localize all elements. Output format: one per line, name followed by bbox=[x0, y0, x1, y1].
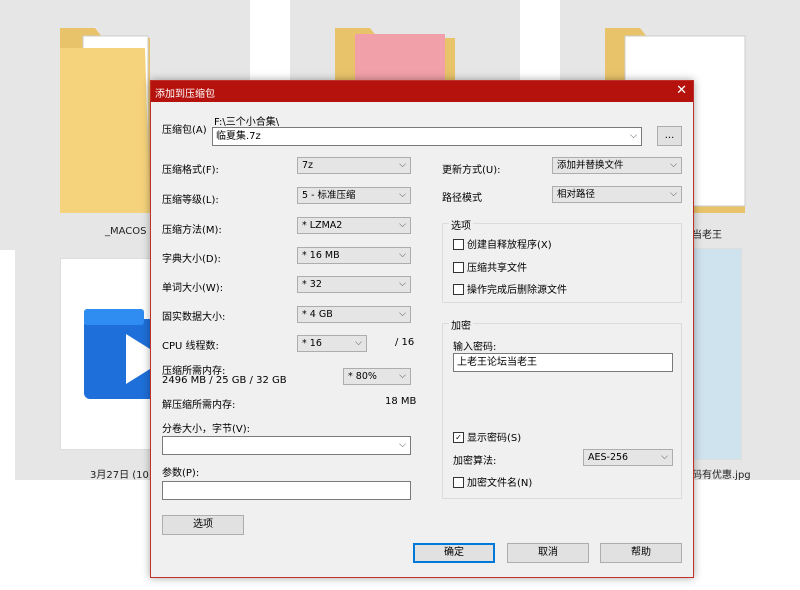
dialog-titlebar[interactable]: 添加到压缩包 ✕ bbox=[151, 81, 693, 102]
cancel-button[interactable]: 取消 bbox=[507, 543, 589, 563]
word-value: * 32 bbox=[302, 279, 322, 290]
chevron-down-icon: ⌵ bbox=[399, 250, 406, 260]
checkbox-box bbox=[453, 283, 464, 295]
update-label: 更新方式(U): bbox=[442, 165, 501, 176]
bg-caption: 码有优惠.jpg bbox=[692, 470, 751, 481]
archive-path: F:\三个小合集\ bbox=[214, 117, 280, 128]
algo-value: AES-256 bbox=[588, 452, 629, 463]
password-value: 上老王论坛当老王 bbox=[457, 357, 537, 368]
options-button[interactable]: 选项 bbox=[162, 515, 244, 535]
method-label: 压缩方法(M): bbox=[162, 225, 222, 236]
dict-value: * 16 MB bbox=[302, 250, 340, 261]
checkbox-box bbox=[453, 261, 464, 273]
delete-label: 操作完成后删除源文件 bbox=[467, 285, 567, 296]
password-label: 输入密码: bbox=[453, 342, 497, 353]
level-value: 5 - 标准压缩 bbox=[302, 190, 356, 201]
chevron-down-icon: ⌵ bbox=[399, 220, 406, 230]
cpu-total: / 16 bbox=[395, 337, 415, 348]
options-group: 选项 创建自释放程序(X) 压缩共享文件 操作完成后删除源文件 bbox=[442, 217, 682, 303]
level-label: 压缩等级(L): bbox=[162, 195, 219, 206]
solid-label: 固实数据大小: bbox=[162, 312, 226, 323]
path-mode-label: 路径模式 bbox=[442, 193, 482, 204]
chevron-down-icon: ⌵ bbox=[399, 371, 406, 381]
cpu-label: CPU 线程数: bbox=[162, 341, 219, 352]
folder-icon[interactable] bbox=[55, 18, 155, 218]
password-input[interactable]: 上老王论坛当老王 bbox=[453, 353, 673, 372]
method-select[interactable]: * LZMA2 ⌵ bbox=[297, 217, 411, 234]
mem-percent-value: * 80% bbox=[348, 371, 377, 382]
chevron-down-icon[interactable]: ⌵ bbox=[630, 128, 637, 145]
shared-label: 压缩共享文件 bbox=[467, 263, 527, 274]
bg-caption: _MACOS bbox=[105, 226, 147, 237]
bg-caption: 当老王 bbox=[692, 230, 722, 241]
update-select[interactable]: 添加并替换文件 ⌵ bbox=[552, 157, 682, 174]
image-thumbnail[interactable] bbox=[692, 248, 742, 460]
chevron-down-icon: ⌵ bbox=[399, 279, 406, 289]
cpu-select[interactable]: * 16 ⌵ bbox=[297, 335, 367, 352]
chevron-down-icon[interactable]: ⌵ bbox=[399, 437, 406, 454]
format-value: 7z bbox=[302, 160, 314, 171]
chevron-down-icon: ⌵ bbox=[399, 309, 406, 319]
chevron-down-icon: ⌵ bbox=[670, 160, 677, 170]
level-select[interactable]: 5 - 标准压缩 ⌵ bbox=[297, 187, 411, 204]
sfx-checkbox[interactable]: 创建自释放程序(X) bbox=[453, 236, 552, 251]
mem-detail: 2496 MB / 25 GB / 32 GB bbox=[162, 375, 287, 386]
chevron-down-icon: ⌵ bbox=[399, 160, 406, 170]
add-to-archive-dialog: 添加到压缩包 ✕ 压缩包(A) F:\三个小合集\ 临夏集.7z ⌵ ... 压… bbox=[150, 80, 694, 578]
params-input[interactable] bbox=[162, 481, 411, 500]
archive-name-input[interactable]: 临夏集.7z ⌵ bbox=[212, 127, 642, 146]
shared-checkbox[interactable]: 压缩共享文件 bbox=[453, 259, 527, 274]
word-label: 单词大小(W): bbox=[162, 283, 224, 294]
archive-name-value: 临夏集.7z bbox=[216, 131, 261, 142]
decomp-label: 解压缩所需内存: bbox=[162, 400, 236, 411]
params-label: 参数(P): bbox=[162, 468, 200, 479]
help-button[interactable]: 帮助 bbox=[600, 543, 682, 563]
delete-checkbox[interactable]: 操作完成后删除源文件 bbox=[453, 281, 567, 296]
cpu-value: * 16 bbox=[302, 338, 322, 349]
encrypt-names-label: 加密文件名(N) bbox=[467, 478, 533, 489]
encryption-group: 加密 输入密码: 上老王论坛当老王 ✓ 显示密码(S) 加密算法: AES-256… bbox=[442, 317, 682, 499]
split-label: 分卷大小，字节(V): bbox=[162, 424, 251, 435]
chevron-down-icon: ⌵ bbox=[399, 190, 406, 200]
checkbox-box: ✓ bbox=[453, 431, 464, 443]
word-select[interactable]: * 32 ⌵ bbox=[297, 276, 411, 293]
chevron-down-icon: ⌵ bbox=[355, 338, 362, 348]
close-icon[interactable]: ✕ bbox=[676, 83, 687, 98]
archive-label: 压缩包(A) bbox=[162, 125, 207, 136]
solid-select[interactable]: * 4 GB ⌵ bbox=[297, 306, 411, 323]
format-label: 压缩格式(F): bbox=[162, 165, 219, 176]
method-value: * LZMA2 bbox=[302, 220, 343, 231]
update-value: 添加并替换文件 bbox=[557, 160, 624, 171]
chevron-down-icon: ⌵ bbox=[661, 452, 668, 462]
chevron-down-icon: ⌵ bbox=[670, 189, 677, 199]
show-password-checkbox[interactable]: ✓ 显示密码(S) bbox=[453, 429, 521, 444]
decomp-value: 18 MB bbox=[385, 396, 417, 407]
format-select[interactable]: 7z ⌵ bbox=[297, 157, 411, 174]
browse-button[interactable]: ... bbox=[657, 126, 682, 146]
solid-value: * 4 GB bbox=[302, 309, 333, 320]
folder-icon[interactable] bbox=[330, 18, 460, 88]
algo-label: 加密算法: bbox=[453, 456, 497, 467]
dict-label: 字典大小(D): bbox=[162, 254, 221, 265]
dict-select[interactable]: * 16 MB ⌵ bbox=[297, 247, 411, 264]
ok-button[interactable]: 确定 bbox=[413, 543, 495, 563]
sfx-label: 创建自释放程序(X) bbox=[467, 240, 552, 251]
path-mode-select[interactable]: 相对路径 ⌵ bbox=[552, 186, 682, 203]
encryption-group-title: 加密 bbox=[449, 317, 473, 332]
split-input[interactable]: ⌵ bbox=[162, 436, 411, 455]
checkbox-box bbox=[453, 476, 464, 488]
mem-percent-select[interactable]: * 80% ⌵ bbox=[343, 368, 411, 385]
checkbox-box bbox=[453, 238, 464, 250]
dialog-title: 添加到压缩包 bbox=[155, 89, 215, 100]
show-password-label: 显示密码(S) bbox=[467, 433, 522, 444]
algo-select[interactable]: AES-256 ⌵ bbox=[583, 449, 673, 466]
bg-caption: 3月27日 (10) bbox=[90, 470, 153, 481]
path-mode-value: 相对路径 bbox=[557, 189, 596, 200]
encrypt-names-checkbox[interactable]: 加密文件名(N) bbox=[453, 474, 532, 489]
options-group-title: 选项 bbox=[449, 217, 473, 232]
